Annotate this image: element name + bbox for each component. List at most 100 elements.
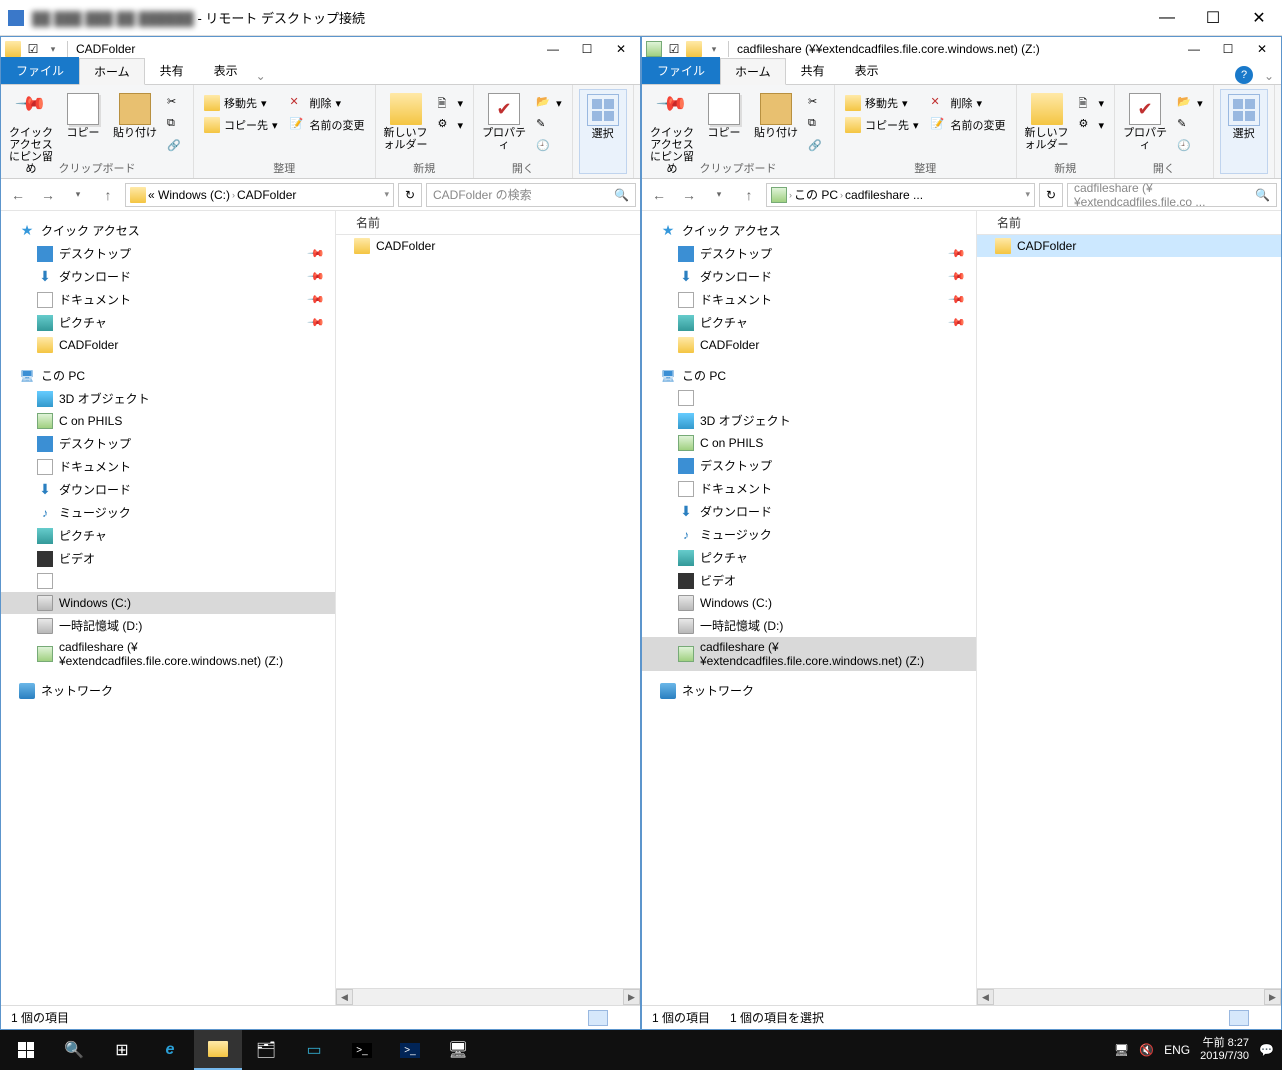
tab-view[interactable]: 表示 — [840, 57, 894, 84]
rename-button[interactable]: 📝名前の変更 — [286, 115, 369, 135]
nav-pictures[interactable]: ピクチャ📌 — [1, 311, 335, 334]
nav-blank[interactable] — [642, 387, 976, 409]
column-header-name[interactable]: 名前 — [977, 211, 1281, 235]
nav-documents2[interactable]: ドキュメント — [1, 455, 335, 478]
nav-windowsc[interactable]: Windows (C:) — [642, 592, 976, 614]
nav-windowsc[interactable]: Windows (C:) — [1, 592, 335, 614]
nav-pictures2[interactable]: ピクチャ — [642, 546, 976, 569]
nav-cadfolder[interactable]: CADFolder — [1, 334, 335, 356]
file-list[interactable]: CADFolder — [977, 235, 1281, 988]
nav-quickaccess[interactable]: ★クイック アクセス — [1, 219, 335, 242]
moveto-button[interactable]: 移動先 ▾ — [841, 93, 923, 113]
minimize-button[interactable]: — — [1177, 38, 1211, 60]
app-icon-2[interactable]: ▭ — [290, 1030, 338, 1070]
up-button[interactable]: ↑ — [736, 182, 762, 208]
tab-share[interactable]: 共有 — [145, 57, 199, 84]
nav-videos[interactable]: ビデオ — [642, 569, 976, 592]
nav-documents[interactable]: ドキュメント📌 — [642, 288, 976, 311]
explorer-taskbar-icon[interactable] — [194, 1030, 242, 1070]
app-icon[interactable]: 🗂 — [242, 1030, 290, 1070]
large-view-icon[interactable] — [1251, 1010, 1271, 1026]
copypath-button[interactable]: ⧉ — [804, 115, 828, 135]
taskview-button[interactable]: ⊞ — [98, 1030, 146, 1070]
recent-button[interactable]: ▾ — [706, 182, 732, 208]
nav-downloads2[interactable]: ⬇ダウンロード — [1, 478, 335, 501]
nav-pictures2[interactable]: ピクチャ — [1, 524, 335, 547]
search-button[interactable]: 🔍 — [50, 1030, 98, 1070]
open-button[interactable]: 📂▾ — [532, 93, 566, 113]
recent-button[interactable]: ▾ — [65, 182, 91, 208]
nav-downloads[interactable]: ⬇ダウンロード📌 — [1, 265, 335, 288]
easyaccess-button[interactable]: ⚙▾ — [1075, 115, 1109, 135]
forward-button[interactable]: → — [676, 182, 702, 208]
nav-downloads[interactable]: ⬇ダウンロード📌 — [642, 265, 976, 288]
nav-tempd[interactable]: 一時記憶域 (D:) — [1, 614, 335, 637]
nav-videos[interactable]: ビデオ — [1, 547, 335, 570]
delete-button[interactable]: ✕削除 ▾ — [927, 93, 1010, 113]
nav-desktop2[interactable]: デスクトップ — [642, 454, 976, 477]
maximize-button[interactable]: ☐ — [570, 38, 604, 60]
nav-blank[interactable] — [1, 570, 335, 592]
cmd-icon[interactable]: >_ — [338, 1030, 386, 1070]
nav-desktop[interactable]: デスクトップ📌 — [642, 242, 976, 265]
large-view-icon[interactable] — [610, 1010, 630, 1026]
close-button[interactable]: ✕ — [604, 38, 638, 60]
nav-pictures[interactable]: ピクチャ📌 — [642, 311, 976, 334]
horizontal-scrollbar[interactable]: ◀▶ — [977, 988, 1281, 1005]
dropdown-icon[interactable]: ▾ — [706, 41, 722, 57]
nav-netshare[interactable]: cadfileshare (¥¥extendcadfiles.file.core… — [1, 637, 335, 671]
tab-file[interactable]: ファイル — [642, 57, 720, 84]
copyto-button[interactable]: コピー先 ▾ — [200, 115, 282, 135]
nav-cadfolder[interactable]: CADFolder — [642, 334, 976, 356]
nav-conphils[interactable]: C on PHILS — [1, 410, 335, 432]
nav-conphils[interactable]: C on PHILS — [642, 432, 976, 454]
cut-button[interactable]: ✂ — [163, 93, 187, 113]
close-button[interactable]: ✕ — [1236, 2, 1282, 34]
refresh-button[interactable]: ↻ — [398, 183, 422, 207]
details-view-icon[interactable] — [588, 1010, 608, 1026]
pasteshortcut-button[interactable]: 🔗 — [163, 137, 187, 157]
qa-icon[interactable]: ☑ — [25, 41, 41, 57]
column-header-name[interactable]: 名前 — [336, 211, 640, 235]
edit-button[interactable]: ✎ — [1173, 115, 1207, 135]
nav-documents[interactable]: ドキュメント📌 — [1, 288, 335, 311]
newitem-button[interactable]: 🗎▾ — [1075, 93, 1109, 113]
delete-button[interactable]: ✕削除 ▾ — [286, 93, 369, 113]
pasteshortcut-button[interactable]: 🔗 — [804, 137, 828, 157]
notification-icon[interactable]: 💬 — [1259, 1043, 1274, 1057]
back-button[interactable]: ← — [5, 182, 31, 208]
nav-desktop2[interactable]: デスクトップ — [1, 432, 335, 455]
tab-view[interactable]: 表示 — [199, 57, 253, 84]
search-input[interactable]: cadfileshare (¥¥extendcadfiles.file.co .… — [1067, 183, 1277, 207]
refresh-button[interactable]: ↻ — [1039, 183, 1063, 207]
moveto-button[interactable]: 移動先 ▾ — [200, 93, 282, 113]
select-button[interactable]: 選択 — [579, 89, 627, 174]
nav-thispc[interactable]: 🖥この PC — [642, 364, 976, 387]
nav-netshare[interactable]: cadfileshare (¥¥extendcadfiles.file.core… — [642, 637, 976, 671]
edit-button[interactable]: ✎ — [532, 115, 566, 135]
tab-home[interactable]: ホーム — [720, 58, 786, 85]
nav-music[interactable]: ♪ミュージック — [642, 523, 976, 546]
nav-3dobjects[interactable]: 3D オブジェクト — [1, 387, 335, 410]
history-button[interactable]: 🕘 — [532, 137, 566, 157]
help-icon[interactable]: ? — [1235, 66, 1253, 84]
address-bar[interactable]: › この PC› cadfileshare ... ▾ — [766, 183, 1035, 207]
copyto-button[interactable]: コピー先 ▾ — [841, 115, 923, 135]
back-button[interactable]: ← — [646, 182, 672, 208]
maximize-button[interactable]: ☐ — [1190, 2, 1236, 34]
app-icon-3[interactable]: 🖥 — [434, 1030, 482, 1070]
ribbon-collapse-icon[interactable]: ⌄ — [253, 68, 269, 84]
tray-icon[interactable]: 🖥 — [1114, 1043, 1129, 1057]
search-input[interactable]: CADFolder の検索🔍 — [426, 183, 636, 207]
forward-button[interactable]: → — [35, 182, 61, 208]
rename-button[interactable]: 📝名前の変更 — [927, 115, 1010, 135]
open-button[interactable]: 📂▾ — [1173, 93, 1207, 113]
nav-documents2[interactable]: ドキュメント — [642, 477, 976, 500]
newitem-button[interactable]: 🗎▾ — [434, 93, 468, 113]
nav-3dobjects[interactable]: 3D オブジェクト — [642, 409, 976, 432]
close-button[interactable]: ✕ — [1245, 38, 1279, 60]
nav-network[interactable]: ネットワーク — [1, 679, 335, 702]
volume-icon[interactable]: 🔇 — [1139, 1043, 1154, 1057]
file-list[interactable]: CADFolder — [336, 235, 640, 988]
maximize-button[interactable]: ☐ — [1211, 38, 1245, 60]
